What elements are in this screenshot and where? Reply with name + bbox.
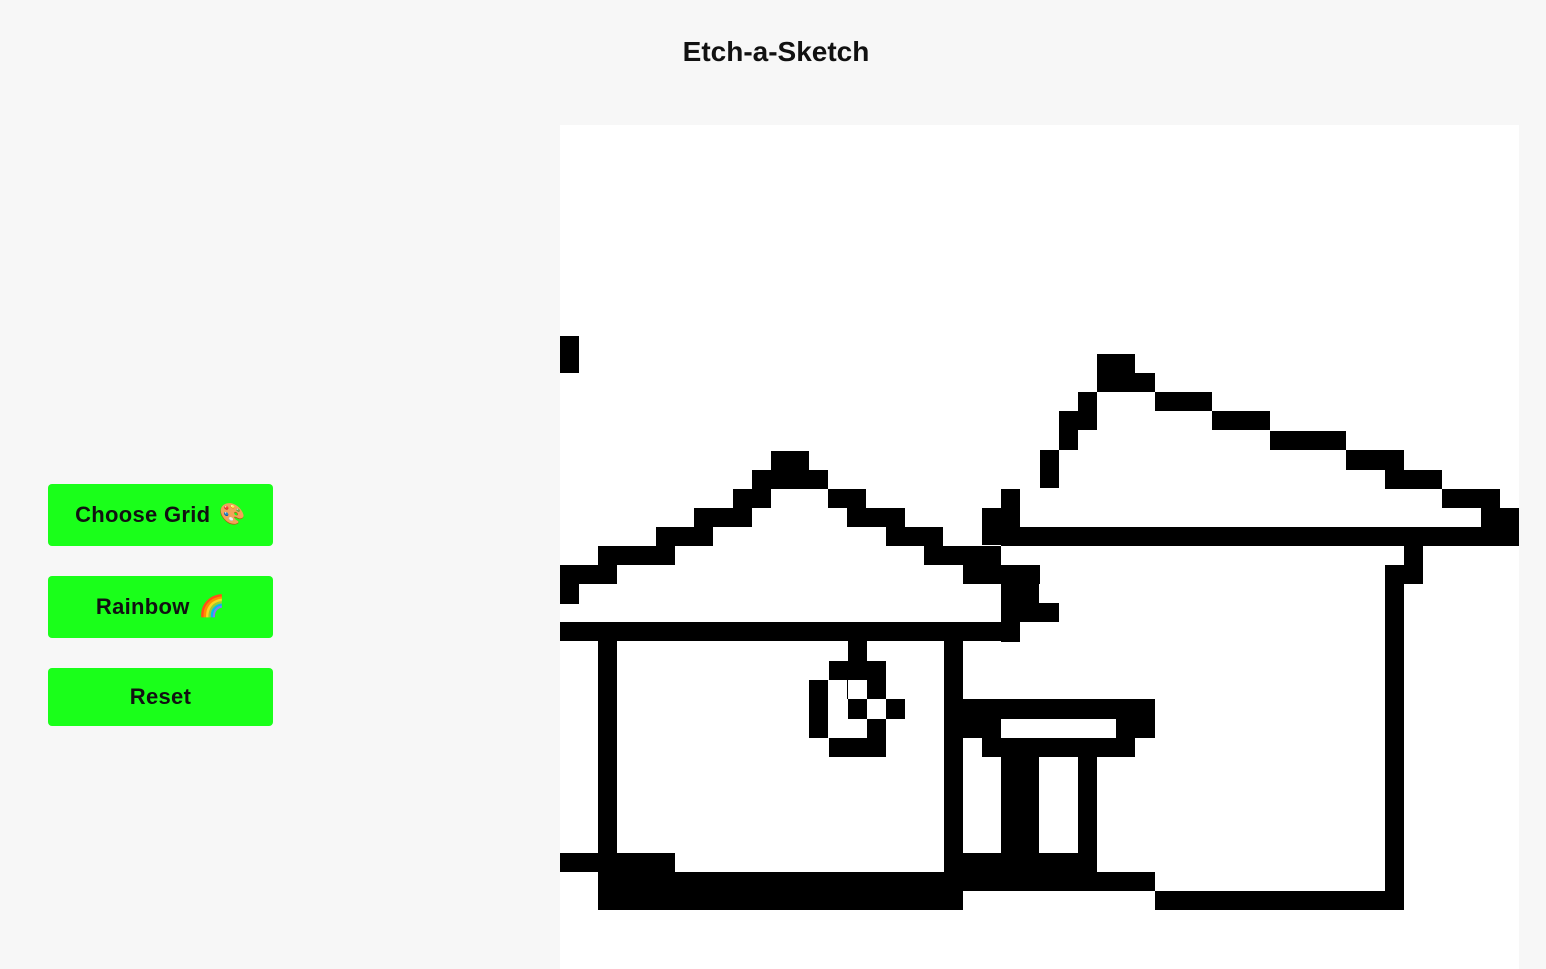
window-cross-fill	[848, 680, 867, 699]
sketch-pixel[interactable]	[752, 470, 828, 489]
choose-grid-label: Choose Grid	[75, 502, 211, 527]
sketch-pixel[interactable]	[1346, 450, 1404, 470]
rainbow-label: Rainbow	[95, 594, 190, 619]
sketch-pixel[interactable]	[982, 699, 1155, 719]
reset-button[interactable]: Reset	[48, 668, 273, 726]
sketch-pixel[interactable]	[1385, 565, 1404, 910]
sketch-pixel[interactable]	[598, 546, 675, 565]
sketch-pixel[interactable]	[982, 738, 1135, 757]
sketch-pixel[interactable]	[1001, 603, 1059, 622]
sketch-pixel[interactable]	[560, 853, 675, 872]
sketch-pixel[interactable]	[1001, 757, 1039, 853]
sketch-pixel[interactable]	[560, 565, 617, 584]
window-pane	[886, 680, 905, 699]
sketch-pixel[interactable]	[963, 872, 1155, 891]
sketch-pixel[interactable]	[1212, 411, 1270, 430]
sketch-pixel[interactable]	[847, 508, 905, 527]
sketch-pixel[interactable]	[656, 527, 713, 546]
sketch-pixel[interactable]	[963, 853, 1097, 872]
sketch-pixel[interactable]	[1404, 546, 1423, 584]
choose-grid-button[interactable]: Choose Grid 🎨	[48, 484, 273, 546]
rainbow-button[interactable]: Rainbow 🌈	[48, 576, 273, 638]
sketch-pixel[interactable]	[1442, 489, 1500, 508]
reset-label: Reset	[129, 684, 192, 709]
window-pane	[828, 680, 847, 699]
sketch-pixel[interactable]	[560, 622, 1020, 641]
sketch-pixel[interactable]	[694, 508, 752, 527]
sketch-pixel[interactable]	[1001, 527, 1519, 546]
sketch-pixel[interactable]	[1155, 392, 1212, 411]
sketch-pixel[interactable]	[1040, 450, 1059, 488]
sketch-pixel[interactable]	[1116, 719, 1155, 738]
sketch-pixel[interactable]	[886, 527, 943, 546]
sketch-pixel[interactable]	[598, 641, 617, 873]
sketch-pixel[interactable]	[963, 699, 982, 738]
sketch-pixel[interactable]	[963, 565, 1040, 584]
window-cross-fill	[848, 719, 867, 738]
window-cross-fill	[867, 699, 886, 719]
sketch-pixel[interactable]	[809, 699, 828, 719]
sketch-pixel[interactable]	[1270, 431, 1346, 450]
sketch-pixel[interactable]	[829, 661, 886, 680]
sketch-pixel[interactable]	[848, 699, 867, 719]
sketch-pixel[interactable]	[924, 546, 1001, 565]
sketch-pixel[interactable]	[733, 489, 771, 508]
palette-icon: 🎨	[219, 503, 246, 526]
rainbow-icon: 🌈	[198, 595, 226, 618]
page-title: Etch-a-Sketch	[682, 36, 870, 67]
sketch-pixel[interactable]	[1059, 411, 1078, 450]
sketch-pixel[interactable]	[560, 584, 579, 604]
sketch-pixel[interactable]	[598, 872, 963, 910]
sketch-pixel[interactable]	[828, 489, 866, 508]
sketch-grid[interactable]	[560, 125, 1519, 969]
window-pane	[828, 719, 847, 738]
controls-panel: Choose Grid 🎨 Rainbow 🌈 Reset	[48, 484, 273, 726]
sketch-pixel[interactable]	[1001, 584, 1039, 604]
sketch-pixel[interactable]	[886, 699, 905, 719]
sketch-drawing[interactable]	[560, 125, 1519, 969]
sketch-pixel[interactable]	[848, 641, 867, 661]
sketch-pixel[interactable]	[560, 336, 579, 373]
window-pane	[886, 719, 905, 738]
sketch-pixel[interactable]	[1078, 757, 1097, 853]
sketch-pixel[interactable]	[1135, 373, 1155, 392]
sketch-pixel[interactable]	[1385, 470, 1442, 489]
sketch-pixel[interactable]	[829, 738, 886, 757]
sketch-pixel[interactable]	[944, 641, 963, 873]
sketch-pixel[interactable]	[1097, 354, 1135, 392]
sketch-pixel[interactable]	[771, 451, 809, 471]
window-cross-fill	[829, 699, 848, 719]
sketch-pixel[interactable]	[1078, 392, 1097, 430]
sketch-pixel[interactable]	[1155, 891, 1404, 910]
sketch-pixel[interactable]	[982, 719, 1001, 738]
